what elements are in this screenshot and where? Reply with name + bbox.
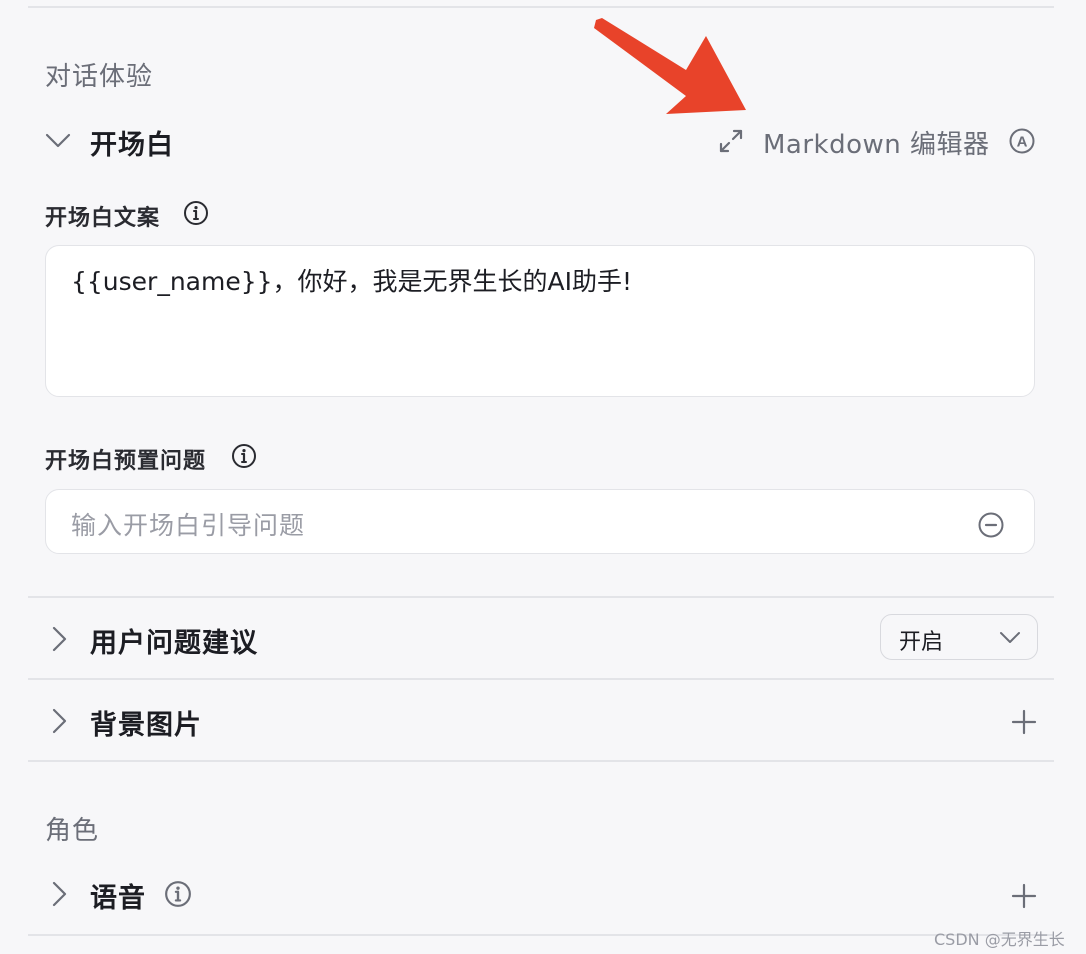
divider xyxy=(28,678,1054,680)
suggestions-title: 用户问题建议 xyxy=(90,628,258,659)
expand-arrows-icon[interactable] xyxy=(718,128,744,154)
suggestions-select-value: 开启 xyxy=(899,630,944,655)
chevron-down-icon[interactable] xyxy=(44,128,72,152)
watermark: CSDN @无界生长 xyxy=(934,930,1065,949)
info-circle-icon[interactable] xyxy=(164,880,192,908)
divider xyxy=(28,934,1054,936)
chevron-right-icon[interactable] xyxy=(48,706,70,736)
circle-a-icon[interactable]: A xyxy=(1008,127,1036,155)
top-divider xyxy=(28,6,1054,8)
opening-title: 开场白 xyxy=(90,130,174,161)
opening-copy-textarea[interactable]: {{user_name}}，你好，我是无界生长的AI助手! xyxy=(45,245,1035,397)
section-label-dialog-experience: 对话体验 xyxy=(45,62,154,92)
background-title: 背景图片 xyxy=(90,710,202,741)
suggestions-select[interactable]: 开启 xyxy=(880,614,1038,660)
opening-preset-input[interactable]: 输入开场白引导问题 xyxy=(45,489,1035,554)
voice-title: 语音 xyxy=(90,883,146,914)
opening-preset-label: 开场白预置问题 xyxy=(45,449,207,474)
plus-icon[interactable] xyxy=(1010,708,1038,736)
plus-icon[interactable] xyxy=(1010,882,1038,910)
annotation-arrow-icon xyxy=(594,18,746,114)
opening-copy-text: {{user_name}}，你好，我是无界生长的AI助手! xyxy=(71,267,633,296)
divider xyxy=(28,760,1054,762)
svg-text:A: A xyxy=(1017,134,1028,151)
info-circle-icon[interactable] xyxy=(231,443,257,469)
chevron-right-icon[interactable] xyxy=(48,879,70,909)
divider xyxy=(28,596,1054,598)
opening-preset-placeholder: 输入开场白引导问题 xyxy=(71,511,306,540)
info-circle-icon[interactable] xyxy=(183,200,209,226)
chevron-right-icon[interactable] xyxy=(48,624,70,654)
minus-circle-icon[interactable] xyxy=(977,511,1005,539)
markdown-editor-toggle[interactable]: Markdown 编辑器 xyxy=(763,124,990,161)
section-label-role: 角色 xyxy=(45,816,100,846)
opening-copy-label: 开场白文案 xyxy=(45,206,161,231)
chevron-down-icon xyxy=(1000,632,1020,643)
